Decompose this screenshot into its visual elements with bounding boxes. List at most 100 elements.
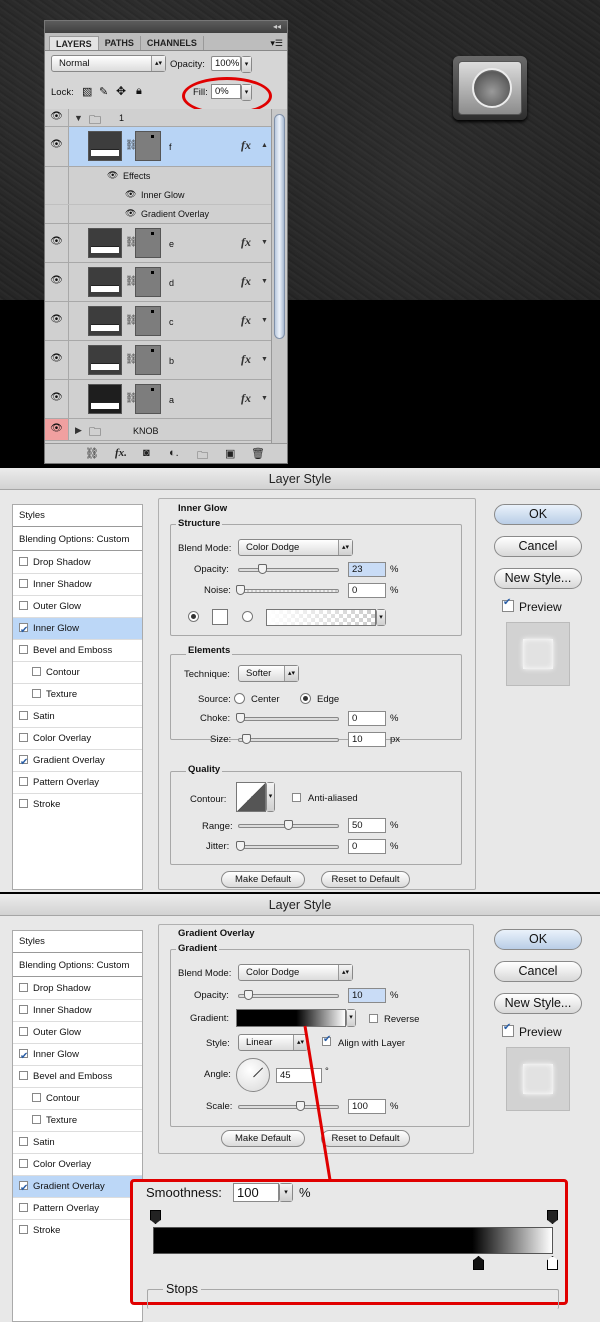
fx-icon[interactable]: fx: [241, 391, 251, 406]
checkbox[interactable]: [32, 1093, 41, 1102]
noise-slider[interactable]: [238, 589, 339, 593]
opacity-field[interactable]: 100%: [211, 56, 241, 71]
style-drop-shadow[interactable]: Drop Shadow: [13, 978, 142, 1000]
smoothness-field[interactable]: 100: [233, 1183, 279, 1202]
opacity-stop-left[interactable]: [150, 1210, 161, 1224]
checkbox[interactable]: [19, 601, 28, 610]
effect-inner-glow-row[interactable]: 👁︎ Inner Glow: [45, 186, 271, 205]
tab-paths[interactable]: PATHS: [99, 36, 141, 50]
contour-picker[interactable]: [236, 782, 266, 812]
style-contour[interactable]: Contour: [13, 1088, 142, 1110]
fx-menu-icon[interactable]: fx.: [115, 447, 127, 459]
style-gradient-overlay[interactable]: Gradient Overlay: [13, 1176, 142, 1200]
scale-field[interactable]: 100: [348, 1099, 386, 1114]
source-edge-radio[interactable]: [300, 693, 311, 704]
layer-b[interactable]: 👁︎ ⛓ b fx ▼: [45, 341, 271, 380]
slider-thumb[interactable]: [236, 713, 245, 723]
collapse-effects-icon[interactable]: ▲: [261, 142, 268, 149]
checkbox[interactable]: [19, 1005, 28, 1014]
cancel-button[interactable]: Cancel: [494, 961, 582, 982]
trash-icon[interactable]: 🗑︎: [251, 447, 265, 460]
opacity-field[interactable]: 10: [348, 988, 386, 1003]
range-field[interactable]: 50: [348, 818, 386, 833]
opacity-slider[interactable]: [238, 994, 339, 998]
layer-d[interactable]: 👁︎ ⛓ d fx ▼: [45, 263, 271, 302]
blend-mode-select[interactable]: Color Dodge ▴▾: [238, 964, 353, 981]
cancel-button[interactable]: Cancel: [494, 536, 582, 557]
slider-thumb[interactable]: [296, 1101, 305, 1111]
style-contour[interactable]: Contour: [13, 662, 142, 684]
lock-transparent-icon[interactable]: ▧: [82, 85, 92, 98]
angle-dial[interactable]: [236, 1058, 270, 1092]
checkbox[interactable]: [19, 1137, 28, 1146]
size-slider[interactable]: [238, 738, 339, 742]
checkbox[interactable]: [32, 1115, 41, 1124]
blending-options[interactable]: Blending Options: Custom: [13, 529, 142, 551]
scale-slider[interactable]: [238, 1105, 339, 1109]
style-stroke[interactable]: Stroke: [13, 794, 142, 816]
effect-gradient-overlay-row[interactable]: 👁︎ Gradient Overlay: [45, 205, 271, 224]
slider-thumb[interactable]: [236, 585, 245, 595]
noise-field[interactable]: 0: [348, 583, 386, 598]
reset-default-button[interactable]: Reset to Default: [321, 1130, 410, 1147]
jitter-field[interactable]: 0: [348, 839, 386, 854]
fx-icon[interactable]: fx: [241, 138, 251, 153]
style-stroke[interactable]: Stroke: [13, 1220, 142, 1242]
style-inner-shadow[interactable]: Inner Shadow: [13, 1000, 142, 1022]
visibility-toggle[interactable]: 👁︎: [45, 419, 69, 440]
style-outer-glow[interactable]: Outer Glow: [13, 1022, 142, 1044]
visibility-toggle[interactable]: 👁︎: [45, 109, 69, 126]
style-texture[interactable]: Texture: [13, 1110, 142, 1132]
gradient-style-select[interactable]: Linear ▴▾: [238, 1034, 308, 1051]
style-bevel-emboss[interactable]: Bevel and Emboss: [13, 640, 142, 662]
expand-triangle-icon[interactable]: ▼: [74, 113, 83, 123]
lock-brush-icon[interactable]: ✎: [99, 85, 108, 98]
checkbox[interactable]: [19, 645, 28, 654]
opacity-dropdown[interactable]: ▾: [241, 56, 252, 73]
style-satin[interactable]: Satin: [13, 1132, 142, 1154]
eye-icon[interactable]: 👁︎: [125, 208, 136, 219]
scrollbar-thumb[interactable]: [274, 114, 285, 339]
fx-icon[interactable]: fx: [241, 235, 251, 250]
checkbox[interactable]: [19, 1203, 28, 1212]
checkbox[interactable]: [19, 1027, 28, 1036]
checkbox[interactable]: [19, 1225, 28, 1234]
fx-icon[interactable]: fx: [241, 274, 251, 289]
checkbox[interactable]: [19, 1159, 28, 1168]
color-stop-black[interactable]: [473, 1256, 484, 1270]
checkbox[interactable]: [19, 579, 28, 588]
anti-aliased-checkbox[interactable]: [292, 793, 301, 802]
visibility-toggle[interactable]: 👁︎: [45, 302, 69, 340]
ok-button[interactable]: OK: [494, 929, 582, 950]
choke-field[interactable]: 0: [348, 711, 386, 726]
visibility-toggle[interactable]: 👁︎: [45, 341, 69, 379]
layer-a[interactable]: 👁︎ ⛓ a fx ▼: [45, 380, 271, 419]
visibility-toggle[interactable]: 👁︎: [45, 224, 69, 262]
lock-all-icon[interactable]: 🔒︎: [136, 85, 142, 98]
expand-effects-icon[interactable]: ▼: [261, 317, 268, 324]
style-pattern-overlay[interactable]: Pattern Overlay: [13, 1198, 142, 1220]
checkbox[interactable]: [19, 1046, 28, 1068]
tab-layers[interactable]: LAYERS: [49, 36, 99, 50]
gradient-bar[interactable]: [153, 1227, 553, 1254]
adjustment-layer-icon[interactable]: ◐.: [169, 447, 179, 459]
styles-header[interactable]: Styles: [13, 505, 142, 527]
panel-titlebar[interactable]: ◂◂: [45, 21, 287, 33]
expand-effects-icon[interactable]: ▼: [261, 356, 268, 363]
new-layer-icon[interactable]: ▣: [225, 447, 235, 460]
style-texture[interactable]: Texture: [13, 684, 142, 706]
preview-checkbox[interactable]: [502, 1022, 514, 1037]
link-layers-icon[interactable]: ⛓: [85, 447, 99, 460]
style-satin[interactable]: Satin: [13, 706, 142, 728]
slider-thumb[interactable]: [244, 990, 253, 1000]
blending-options[interactable]: Blending Options: Custom: [13, 955, 142, 977]
technique-select[interactable]: Softer ▴▾: [238, 665, 299, 682]
opacity-slider[interactable]: [238, 568, 339, 572]
contour-dropdown[interactable]: ▾: [266, 782, 275, 812]
style-drop-shadow[interactable]: Drop Shadow: [13, 552, 142, 574]
jitter-slider[interactable]: [238, 845, 339, 849]
expand-triangle-icon[interactable]: ▶: [75, 425, 82, 436]
style-bevel-emboss[interactable]: Bevel and Emboss: [13, 1066, 142, 1088]
checkbox[interactable]: [19, 1071, 28, 1080]
visibility-toggle[interactable]: 👁︎: [45, 127, 69, 166]
